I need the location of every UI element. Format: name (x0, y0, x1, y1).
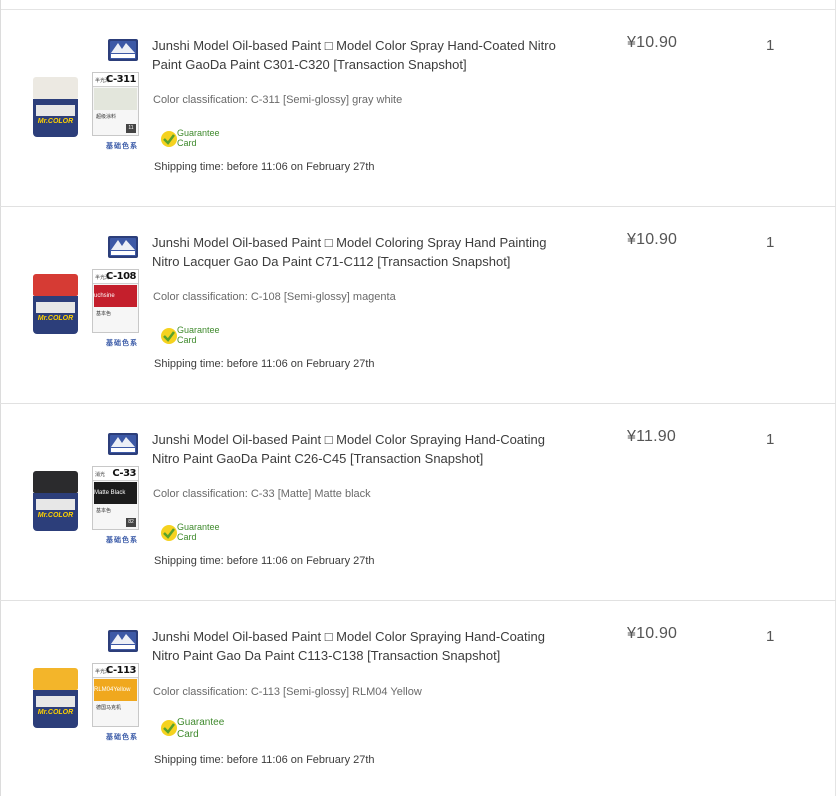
guarantee-shield-icon (161, 131, 177, 147)
series-label: 基础色系 (106, 734, 138, 741)
jar-brand-label: Mr.COLOR (37, 315, 74, 322)
color-swatch: RLM04Yellow (94, 679, 137, 701)
guarantee-card-label: Guarantee Card (177, 522, 220, 542)
guarantee-shield-icon (161, 328, 177, 344)
color-classification: Color classification: C-33 [Matte] Matte… (153, 488, 371, 500)
chip-tag: 11 (126, 124, 136, 133)
guarantee-card-label: Guarantee Card (177, 325, 220, 345)
mr-hobby-logo-icon (108, 236, 138, 258)
product-title-link[interactable]: Junshi Model Oil-based Paint □ Model Col… (152, 627, 572, 665)
chip-finish-label: 消光 (95, 472, 106, 478)
color-chip-header: 消光 C-33 (93, 467, 138, 481)
order-item-row: Mr.COLOR 半光泽 C-311 超级涂料 11 基础色系 Junshi M… (0, 10, 836, 207)
paint-code: C-33 (112, 468, 136, 479)
jar-label-stripe (36, 302, 75, 313)
jar-body: Mr.COLOR (33, 690, 78, 728)
guarantee-card-badge[interactable]: Guarantee Card (160, 522, 230, 546)
product-title-link[interactable]: Junshi Model Oil-based Paint □ Model Col… (152, 233, 572, 271)
jar-cap (33, 471, 78, 493)
jar-body: Mr.COLOR (33, 493, 78, 531)
series-label: 基础色系 (106, 143, 138, 150)
guarantee-card-badge[interactable]: Guarantee Card (160, 325, 230, 349)
color-swatch (94, 88, 137, 110)
guarantee-card-label: Guarantee Card (177, 717, 225, 740)
order-item-row: Mr.COLOR 消光 C-33 Matte Black 基本色 82 基础色系… (0, 404, 836, 601)
guarantee-shield-icon (161, 525, 177, 541)
product-image[interactable]: Mr.COLOR 半光泽 C-113 RLM04Yellow 德国马克机 基础色… (30, 630, 142, 741)
jar-label-stripe (36, 499, 75, 510)
unit-price: ¥11.90 (627, 428, 676, 445)
order-item-row: Mr.COLOR 半光泽 C-108 uchsine 基本色 基础色系 Juns… (0, 207, 836, 404)
paint-code: C-311 (105, 74, 137, 85)
chip-tag: 82 (126, 518, 136, 527)
color-chip-header: 半光泽 C-311 (93, 73, 138, 87)
quantity: 1 (766, 431, 775, 448)
guarantee-card-badge[interactable]: Guarantee Card (160, 717, 230, 741)
series-label: 基础色系 (106, 537, 138, 544)
order-item-list: Mr.COLOR 半光泽 C-311 超级涂料 11 基础色系 Junshi M… (0, 0, 837, 796)
product-image[interactable]: Mr.COLOR 消光 C-33 Matte Black 基本色 82 基础色系 (30, 433, 142, 544)
jar-label-stripe (36, 696, 75, 707)
unit-price: ¥10.90 (627, 625, 678, 642)
chip-desc-label: 基本色 (96, 508, 112, 514)
mr-hobby-logo-icon (108, 39, 138, 61)
color-chip-card: 半光泽 C-108 uchsine 基本色 (92, 269, 139, 333)
paint-jar-image: Mr.COLOR (33, 77, 78, 137)
color-chip-card: 消光 C-33 Matte Black 基本色 82 (92, 466, 139, 530)
jar-cap (33, 77, 78, 99)
paint-jar-image: Mr.COLOR (33, 668, 78, 728)
jar-label-stripe (36, 105, 75, 116)
mr-hobby-logo-icon (108, 630, 138, 652)
paint-code: C-108 (105, 271, 137, 282)
order-item-row: Mr.COLOR 半光泽 C-113 RLM04Yellow 德国马克机 基础色… (0, 601, 836, 796)
color-classification: Color classification: C-108 [Semi-glossy… (153, 291, 396, 303)
jar-body: Mr.COLOR (33, 296, 78, 334)
chip-desc-label: 超级涂料 (96, 114, 117, 120)
product-image[interactable]: Mr.COLOR 半光泽 C-108 uchsine 基本色 基础色系 (30, 236, 142, 347)
series-label: 基础色系 (106, 340, 138, 347)
jar-brand-label: Mr.COLOR (37, 118, 74, 125)
jar-body: Mr.COLOR (33, 99, 78, 137)
color-classification: Color classification: C-311 [Semi-glossy… (153, 94, 403, 106)
chip-desc-label: 基本色 (96, 311, 112, 317)
shipping-time: Shipping time: before 11:06 on February … (154, 358, 375, 370)
unit-price: ¥10.90 (627, 34, 678, 51)
paint-jar-image: Mr.COLOR (33, 274, 78, 334)
guarantee-card-label: Guarantee Card (177, 128, 220, 148)
guarantee-shield-icon (161, 720, 177, 736)
color-chip-header: 半光泽 C-108 (93, 270, 138, 284)
quantity: 1 (766, 37, 775, 54)
paint-jar-image: Mr.COLOR (33, 471, 78, 531)
product-image[interactable]: Mr.COLOR 半光泽 C-311 超级涂料 11 基础色系 (30, 39, 142, 150)
mr-hobby-logo-icon (108, 433, 138, 455)
jar-cap (33, 668, 78, 690)
guarantee-card-badge[interactable]: Guarantee Card (160, 128, 230, 152)
shipping-time: Shipping time: before 11:06 on February … (154, 555, 375, 567)
chip-desc-label: 德国马克机 (96, 705, 122, 711)
jar-brand-label: Mr.COLOR (37, 512, 74, 519)
quantity: 1 (766, 628, 775, 645)
shipping-time: Shipping time: before 11:06 on February … (154, 754, 375, 766)
jar-cap (33, 274, 78, 296)
color-swatch: uchsine (94, 285, 137, 307)
color-chip-card: 半光泽 C-113 RLM04Yellow 德国马克机 (92, 663, 139, 727)
color-classification: Color classification: C-113 [Semi-glossy… (153, 686, 422, 698)
jar-brand-label: Mr.COLOR (37, 709, 74, 716)
quantity: 1 (766, 234, 775, 251)
color-chip-card: 半光泽 C-311 超级涂料 11 (92, 72, 139, 136)
product-title-link[interactable]: Junshi Model Oil-based Paint □ Model Col… (152, 36, 572, 74)
color-chip-header: 半光泽 C-113 (93, 664, 138, 678)
color-swatch: Matte Black (94, 482, 137, 504)
paint-code: C-113 (105, 665, 137, 676)
product-title-link[interactable]: Junshi Model Oil-based Paint □ Model Col… (152, 430, 572, 468)
shipping-time: Shipping time: before 11:06 on February … (154, 161, 375, 173)
unit-price: ¥10.90 (627, 231, 678, 248)
